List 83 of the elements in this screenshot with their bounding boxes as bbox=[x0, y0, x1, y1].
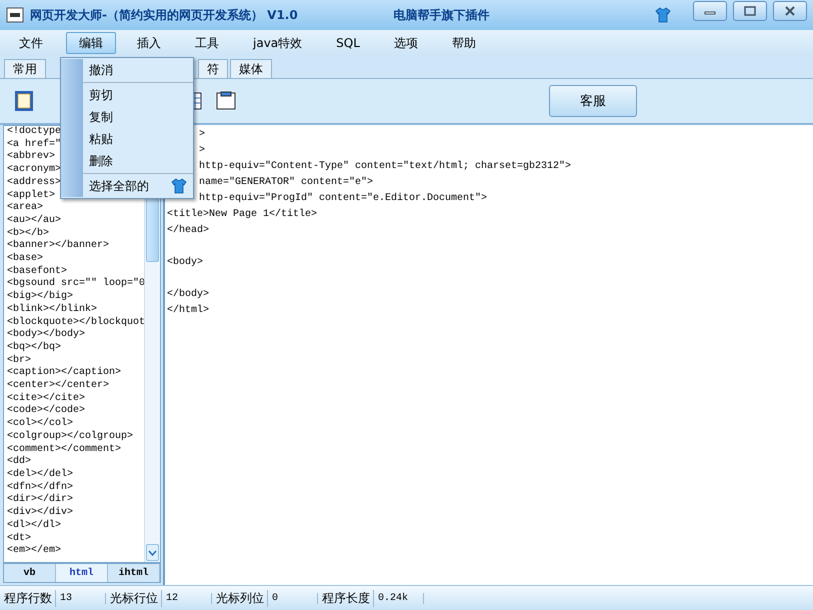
tag-list-item[interactable]: <dl></dl> bbox=[7, 520, 62, 532]
menu-option[interactable]: 删除 bbox=[89, 152, 113, 170]
menu-option[interactable]: 选择全部的 bbox=[89, 178, 149, 194]
tag-list-item[interactable]: <a href=" bbox=[7, 138, 62, 152]
tag-list-item[interactable]: <!doctype bbox=[7, 126, 62, 139]
status-value: 12 bbox=[162, 592, 212, 604]
tag-list-item[interactable]: <big></big> bbox=[7, 291, 74, 304]
code-line: > bbox=[199, 129, 206, 140]
code-line: http-equiv="Content-Type" content="text/html; charset=gb2312"> bbox=[199, 161, 572, 172]
tag-list-item[interactable]: <cite></cite> bbox=[7, 392, 86, 406]
code-line: > bbox=[199, 145, 206, 156]
list-tab[interactable]: html bbox=[56, 564, 108, 582]
menu-item[interactable]: SQL bbox=[323, 32, 373, 54]
tag-list-item[interactable]: <address> bbox=[7, 176, 62, 190]
chevron-down-icon[interactable] bbox=[148, 550, 157, 556]
tag-list-item[interactable]: <dfn></dfn> bbox=[7, 482, 74, 494]
tag-list-item[interactable]: <del></del> bbox=[7, 468, 74, 482]
menu-item[interactable]: java特效 bbox=[240, 32, 316, 54]
code-line: name="GENERATOR" content="e"> bbox=[199, 177, 374, 188]
status-value: 0 bbox=[268, 592, 318, 604]
tag-list-item[interactable]: <area> bbox=[7, 202, 44, 215]
frame-icon[interactable] bbox=[14, 90, 34, 112]
window-icon[interactable] bbox=[216, 90, 236, 112]
tag-list-item[interactable]: <base> bbox=[7, 253, 44, 266]
status-value: 0.24k bbox=[374, 592, 424, 604]
code-line: <title>New Page 1</title> bbox=[167, 209, 318, 220]
tag-list-item[interactable]: <basefont> bbox=[7, 266, 68, 278]
tag-list-item[interactable]: <b></b> bbox=[7, 228, 50, 240]
tag-list-item[interactable]: <bq></bq> bbox=[7, 342, 62, 355]
tag-list-item[interactable]: <div></div> bbox=[7, 507, 74, 520]
tag-list-item[interactable]: <blink></blink> bbox=[7, 304, 98, 317]
menu-option[interactable]: 剪切 bbox=[89, 86, 113, 104]
toolbar-tab[interactable]: 符 bbox=[198, 59, 228, 78]
tag-list-item[interactable]: <dt> bbox=[7, 532, 32, 546]
tag-list-item[interactable]: <center></center> bbox=[7, 380, 110, 393]
code-line: http-equiv="ProgId" content="e.Editor.Document"> bbox=[199, 193, 488, 204]
menu-option[interactable]: 粘贴 bbox=[89, 130, 113, 148]
window-title: 网页开发大师-（简约实用的网页开发系统） V1.0 bbox=[30, 6, 298, 24]
menu-option[interactable]: 撤消 bbox=[89, 62, 113, 78]
status-label: 程序长度 bbox=[322, 590, 374, 606]
tag-list-item[interactable]: <applet> bbox=[7, 190, 56, 202]
menu-item[interactable]: 选项 bbox=[380, 32, 431, 54]
menu-item[interactable]: 帮助 bbox=[438, 32, 489, 54]
tag-list-item[interactable]: <blockquote></blockquot bbox=[7, 316, 144, 330]
window-subtitle: 电脑帮手旗下插件 bbox=[394, 6, 490, 24]
menu-item[interactable]: 工具 bbox=[182, 32, 232, 54]
tag-list-item[interactable]: <comment></comment> bbox=[7, 444, 122, 456]
status-label: 光标列位 bbox=[216, 590, 268, 606]
tag-list-item[interactable]: <code></code> bbox=[7, 405, 86, 418]
toolbar-tab[interactable]: 常用 bbox=[4, 59, 46, 78]
toolbar-tab[interactable]: 媒体 bbox=[230, 59, 272, 78]
tag-list-item[interactable]: <banner></banner> bbox=[7, 240, 110, 254]
tag-list-item[interactable]: <caption></caption> bbox=[7, 367, 122, 380]
tag-list-item[interactable]: <col></col> bbox=[7, 418, 74, 431]
code-line: </html> bbox=[167, 305, 210, 316]
maximize-icon bbox=[744, 6, 756, 16]
customer-service-button[interactable]: 客服 bbox=[549, 85, 637, 117]
code-line: <body> bbox=[167, 257, 204, 268]
tag-list-item[interactable]: <body></body> bbox=[7, 329, 86, 342]
app-icon bbox=[6, 7, 24, 23]
status-label: 程序行数 bbox=[4, 590, 56, 606]
tag-list-item[interactable]: <colgroup></colgroup> bbox=[7, 430, 134, 444]
maximize-button[interactable] bbox=[733, 1, 767, 21]
code-line: </body> bbox=[167, 289, 210, 300]
tag-list-item[interactable]: <acronym> bbox=[7, 164, 62, 177]
menu-item[interactable]: 插入 bbox=[124, 32, 174, 54]
close-button[interactable] bbox=[773, 1, 807, 21]
minimize-button[interactable] bbox=[693, 1, 727, 21]
tag-list-item[interactable]: <abbrev> bbox=[7, 151, 56, 164]
menu-option[interactable]: 复制 bbox=[89, 108, 113, 126]
menu-item[interactable]: 文件 bbox=[6, 32, 56, 54]
menu-item[interactable]: 编辑 bbox=[66, 32, 116, 54]
tag-list-item[interactable]: <em></em> bbox=[7, 545, 62, 558]
shirt-icon bbox=[171, 178, 187, 194]
shirt-icon bbox=[655, 7, 671, 23]
tag-list-item[interactable]: <dir></dir> bbox=[7, 494, 74, 508]
tag-list-item[interactable]: <dd> bbox=[7, 456, 32, 469]
code-line: </head> bbox=[167, 225, 210, 236]
close-icon bbox=[784, 6, 796, 16]
status-value: 13 bbox=[56, 592, 106, 604]
tag-list-item[interactable]: <br> bbox=[7, 354, 32, 368]
status-label: 光标行位 bbox=[110, 590, 162, 606]
tag-list-item[interactable]: <au></au> bbox=[7, 214, 62, 228]
